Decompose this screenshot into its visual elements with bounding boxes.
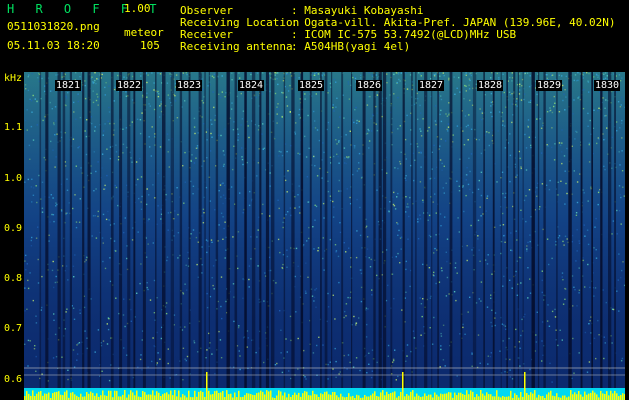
y-tick-0-8: 0.8	[3, 273, 22, 284]
y-tick-0-6: 0.6	[3, 374, 22, 385]
y-axis-unit: kHz	[3, 73, 22, 84]
x-tick-1821: 1821	[55, 80, 82, 91]
y-tick-0-9: 0.9	[3, 223, 22, 234]
app-version: 1.00	[124, 2, 151, 15]
y-tick-0-7: 0.7	[3, 323, 22, 334]
mode-label: meteor	[124, 26, 164, 39]
antenna-value: : A504HB(yagi 4el)	[291, 40, 411, 53]
antenna-label: Receiving antenna	[180, 40, 293, 53]
x-tick-1822: 1822	[116, 80, 143, 91]
x-tick-1826: 1826	[356, 80, 383, 91]
spectrogram-waterfall	[24, 72, 625, 400]
x-tick-1828: 1828	[477, 80, 504, 91]
x-tick-1823: 1823	[176, 80, 203, 91]
date-time: 05.11.03 18:20	[7, 39, 100, 52]
meteor-count: 105	[140, 39, 160, 52]
x-tick-1825: 1825	[298, 80, 325, 91]
x-tick-1827: 1827	[418, 80, 445, 91]
x-tick-1829: 1829	[536, 80, 563, 91]
x-tick-1824: 1824	[238, 80, 265, 91]
header-panel: H R O F F T 1.00 0511031820.png meteor 0…	[0, 0, 629, 72]
spectrogram	[24, 72, 625, 400]
x-tick-1830: 1830	[594, 80, 621, 91]
y-tick-1-1: 1.1	[3, 122, 22, 133]
file-name: 0511031820.png	[7, 20, 100, 33]
frequency-axis: kHz 1.1 1.0 0.9 0.8 0.7 0.6	[0, 72, 24, 400]
y-tick-1-0: 1.0	[3, 173, 22, 184]
